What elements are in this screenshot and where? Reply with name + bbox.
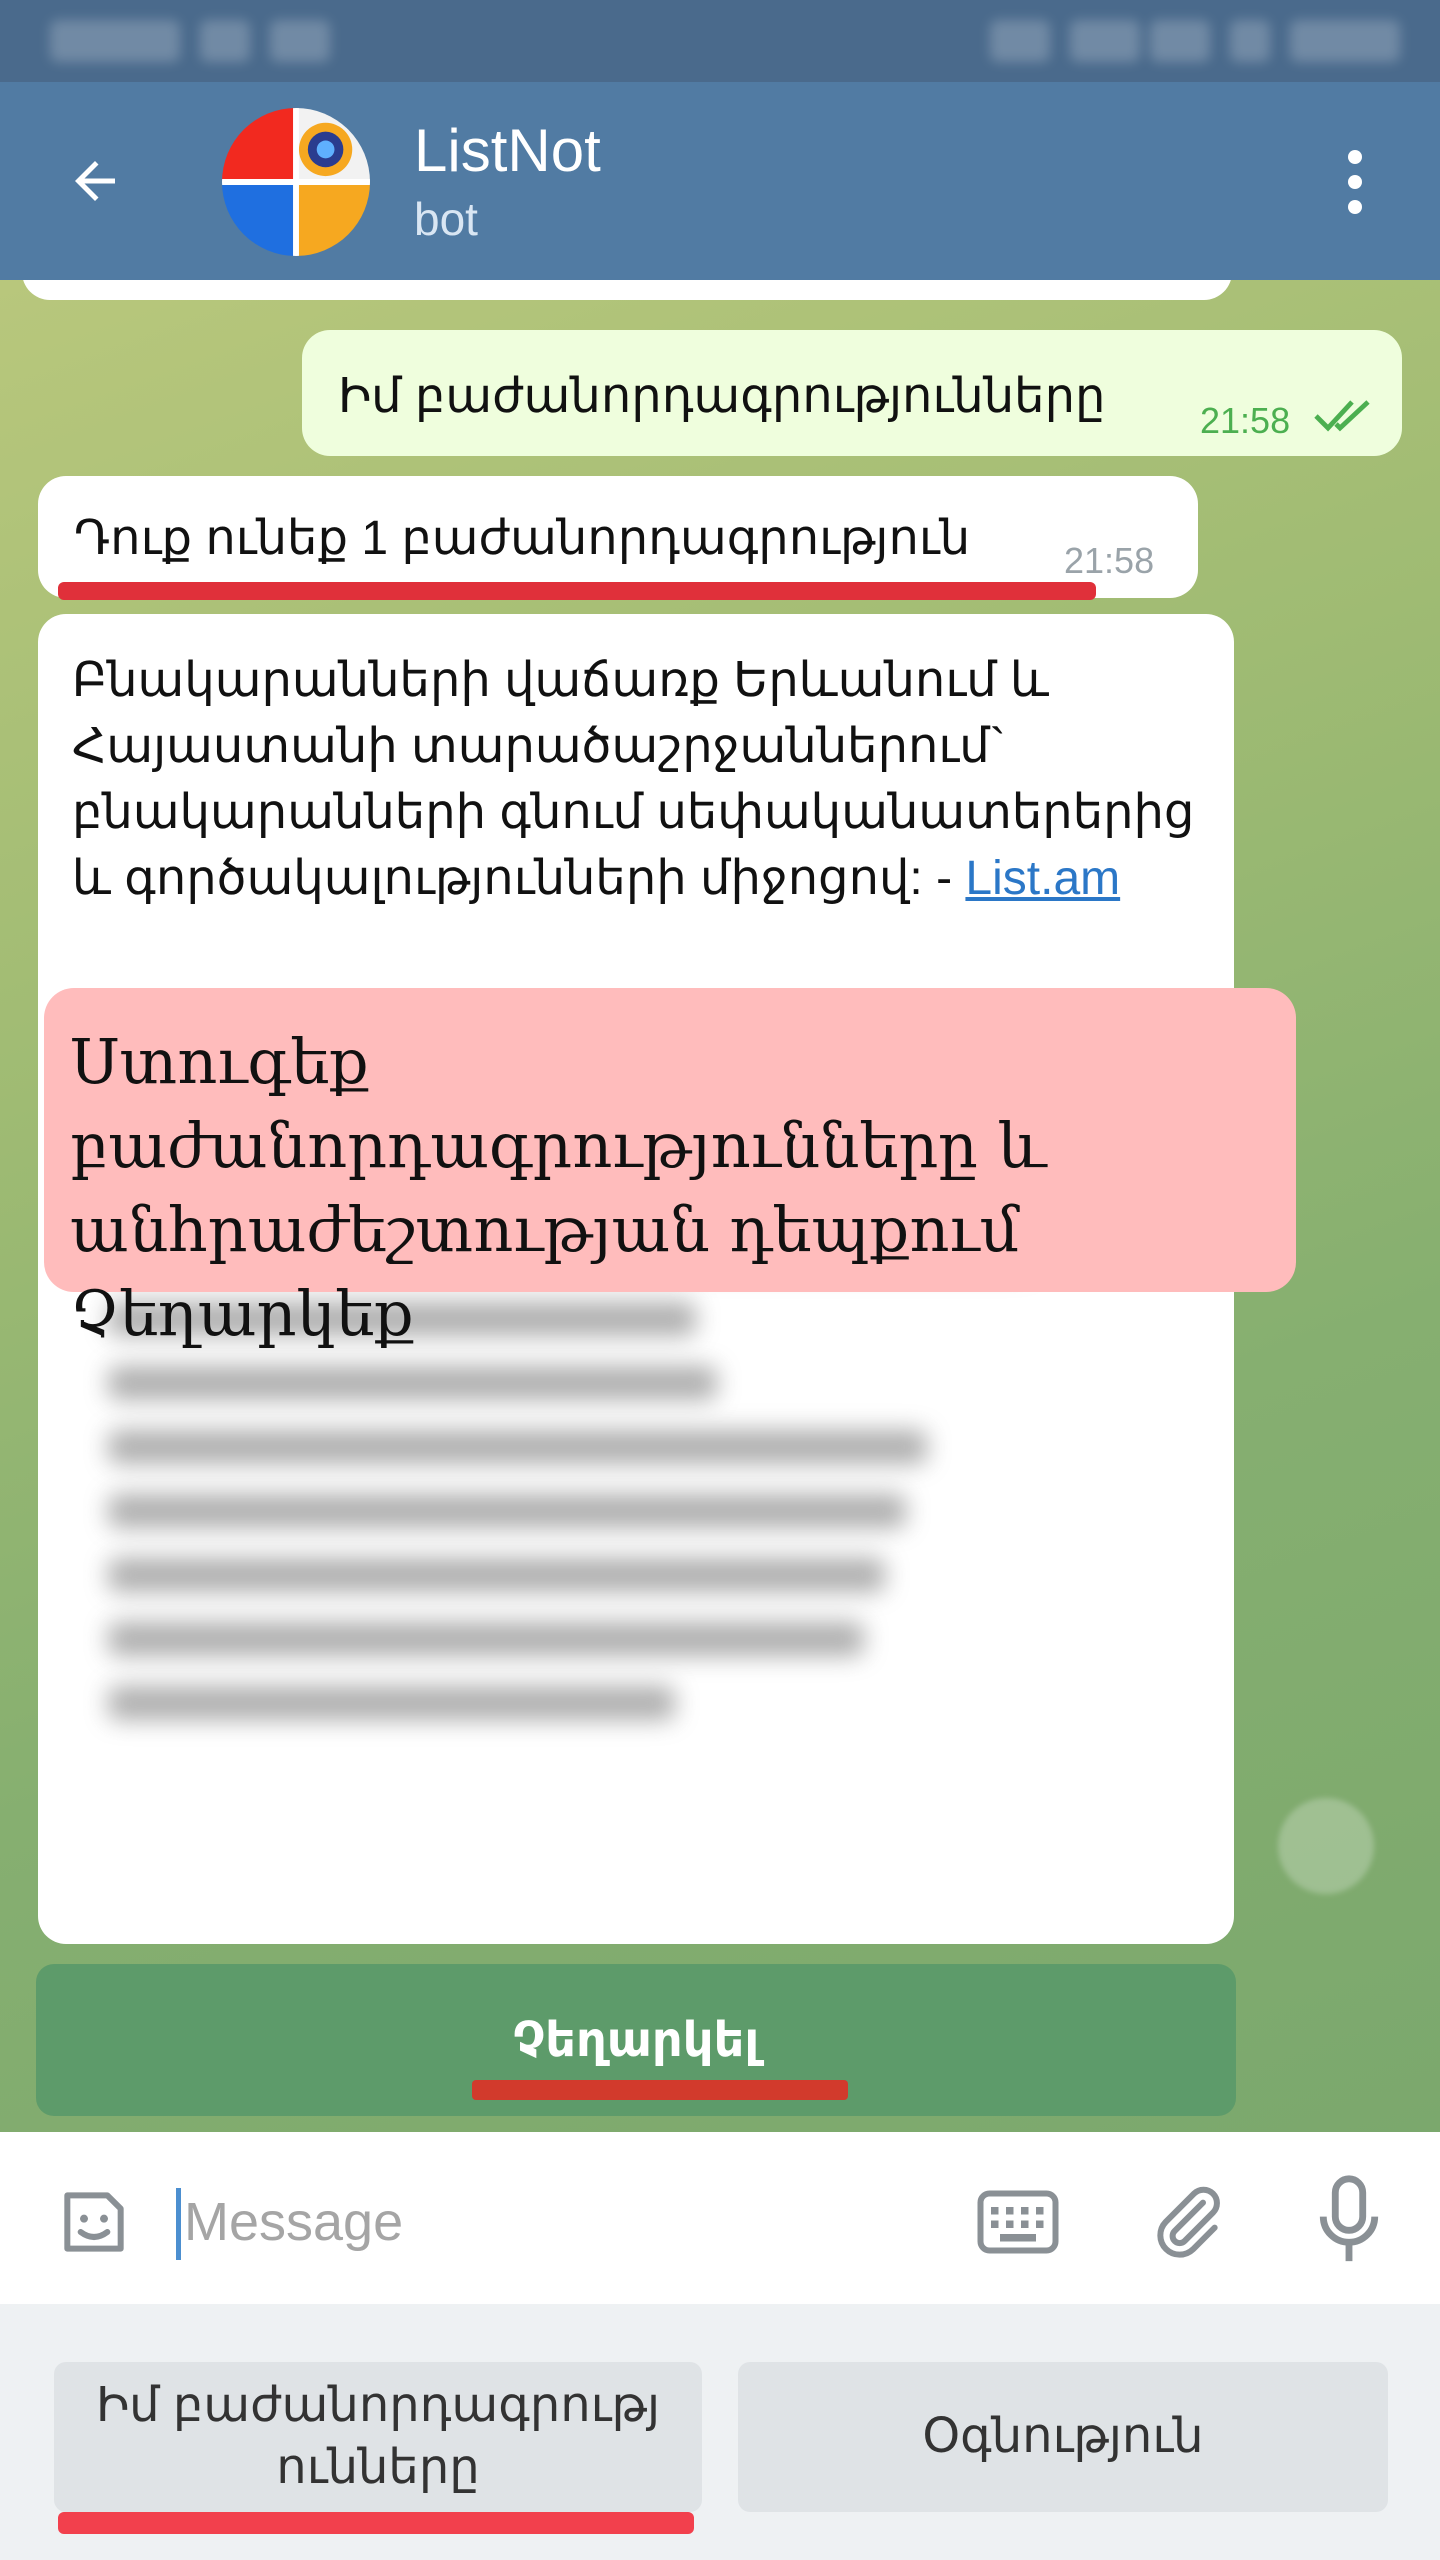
- message-time: 21:58: [1064, 540, 1155, 581]
- annotation-underline: [472, 2080, 848, 2100]
- status-bar: [0, 0, 1440, 82]
- button-label: Իմ բաժանորդագրությ ունները: [95, 2379, 661, 2494]
- annotation-underline: [58, 2512, 694, 2534]
- text-cursor: [176, 2188, 181, 2260]
- chat-title[interactable]: ListNot: [414, 116, 601, 185]
- previous-message-bubble[interactable]: [22, 280, 1232, 300]
- message-input[interactable]: [184, 2182, 884, 2262]
- annotation-underline: [58, 582, 1096, 600]
- back-button[interactable]: [60, 146, 130, 216]
- help-button[interactable]: Օգնություն: [738, 2362, 1388, 2512]
- voice-message-button[interactable]: [1314, 2172, 1384, 2268]
- message-text: Դուք ունեք 1 բաժանորդագրություն: [74, 512, 971, 565]
- double-check-icon: [1314, 400, 1370, 432]
- sticker-smile-icon: [64, 2192, 124, 2252]
- chat-area[interactable]: Իմ բաժանորդագրությունները 21:58 Դուք ուն…: [0, 280, 1440, 2132]
- reply-keyboard: Իմ բաժանորդագրությ ունները Օգնություն: [0, 2304, 1440, 2560]
- message-input-bar: [0, 2132, 1440, 2304]
- keyboard-icon: [977, 2190, 1059, 2254]
- emoji-button[interactable]: [54, 2182, 134, 2262]
- list-am-link[interactable]: List.am: [965, 852, 1120, 905]
- message-time: 21:58: [1200, 400, 1291, 441]
- more-menu-button[interactable]: [1330, 142, 1380, 222]
- attach-button[interactable]: [1148, 2176, 1228, 2266]
- bot-avatar[interactable]: [222, 108, 370, 256]
- button-label: Օգնություն: [922, 2410, 1204, 2463]
- chat-subtitle: bot: [414, 193, 478, 245]
- cancel-subscription-button[interactable]: Չեղարկել: [36, 1964, 1236, 2116]
- paperclip-icon: [1157, 2186, 1220, 2258]
- more-vertical-icon: [1348, 150, 1362, 164]
- incoming-message[interactable]: Դուք ունեք 1 բաժանորդագրություն 21:58: [38, 476, 1198, 598]
- button-label: Չեղարկել: [512, 2012, 760, 2068]
- scroll-down-button[interactable]: [1278, 1798, 1374, 1894]
- arrow-left-icon: [75, 161, 115, 201]
- message-text: Իմ բաժանորդագրությունները: [338, 370, 1106, 423]
- listnot-logo-icon: [222, 108, 370, 256]
- microphone-icon: [1319, 2175, 1379, 2262]
- my-subscriptions-button[interactable]: Իմ բաժանորդագրությ ունները: [54, 2362, 702, 2512]
- outgoing-message[interactable]: Իմ բաժանորդագրությունները 21:58: [302, 330, 1402, 456]
- bot-keyboard-button[interactable]: [976, 2188, 1060, 2256]
- message-text: Բնակարանների վաճառք Երևանում և Հայաստանի…: [72, 648, 1212, 912]
- instruction-text: Ստուգեք բաժանորդագրությունները և անհրաժե…: [70, 1025, 1047, 1350]
- chat-header: ListNot bot: [0, 82, 1440, 280]
- instruction-overlay: Ստուգեք բաժանորդագրությունները և անհրաժե…: [44, 988, 1296, 1350]
